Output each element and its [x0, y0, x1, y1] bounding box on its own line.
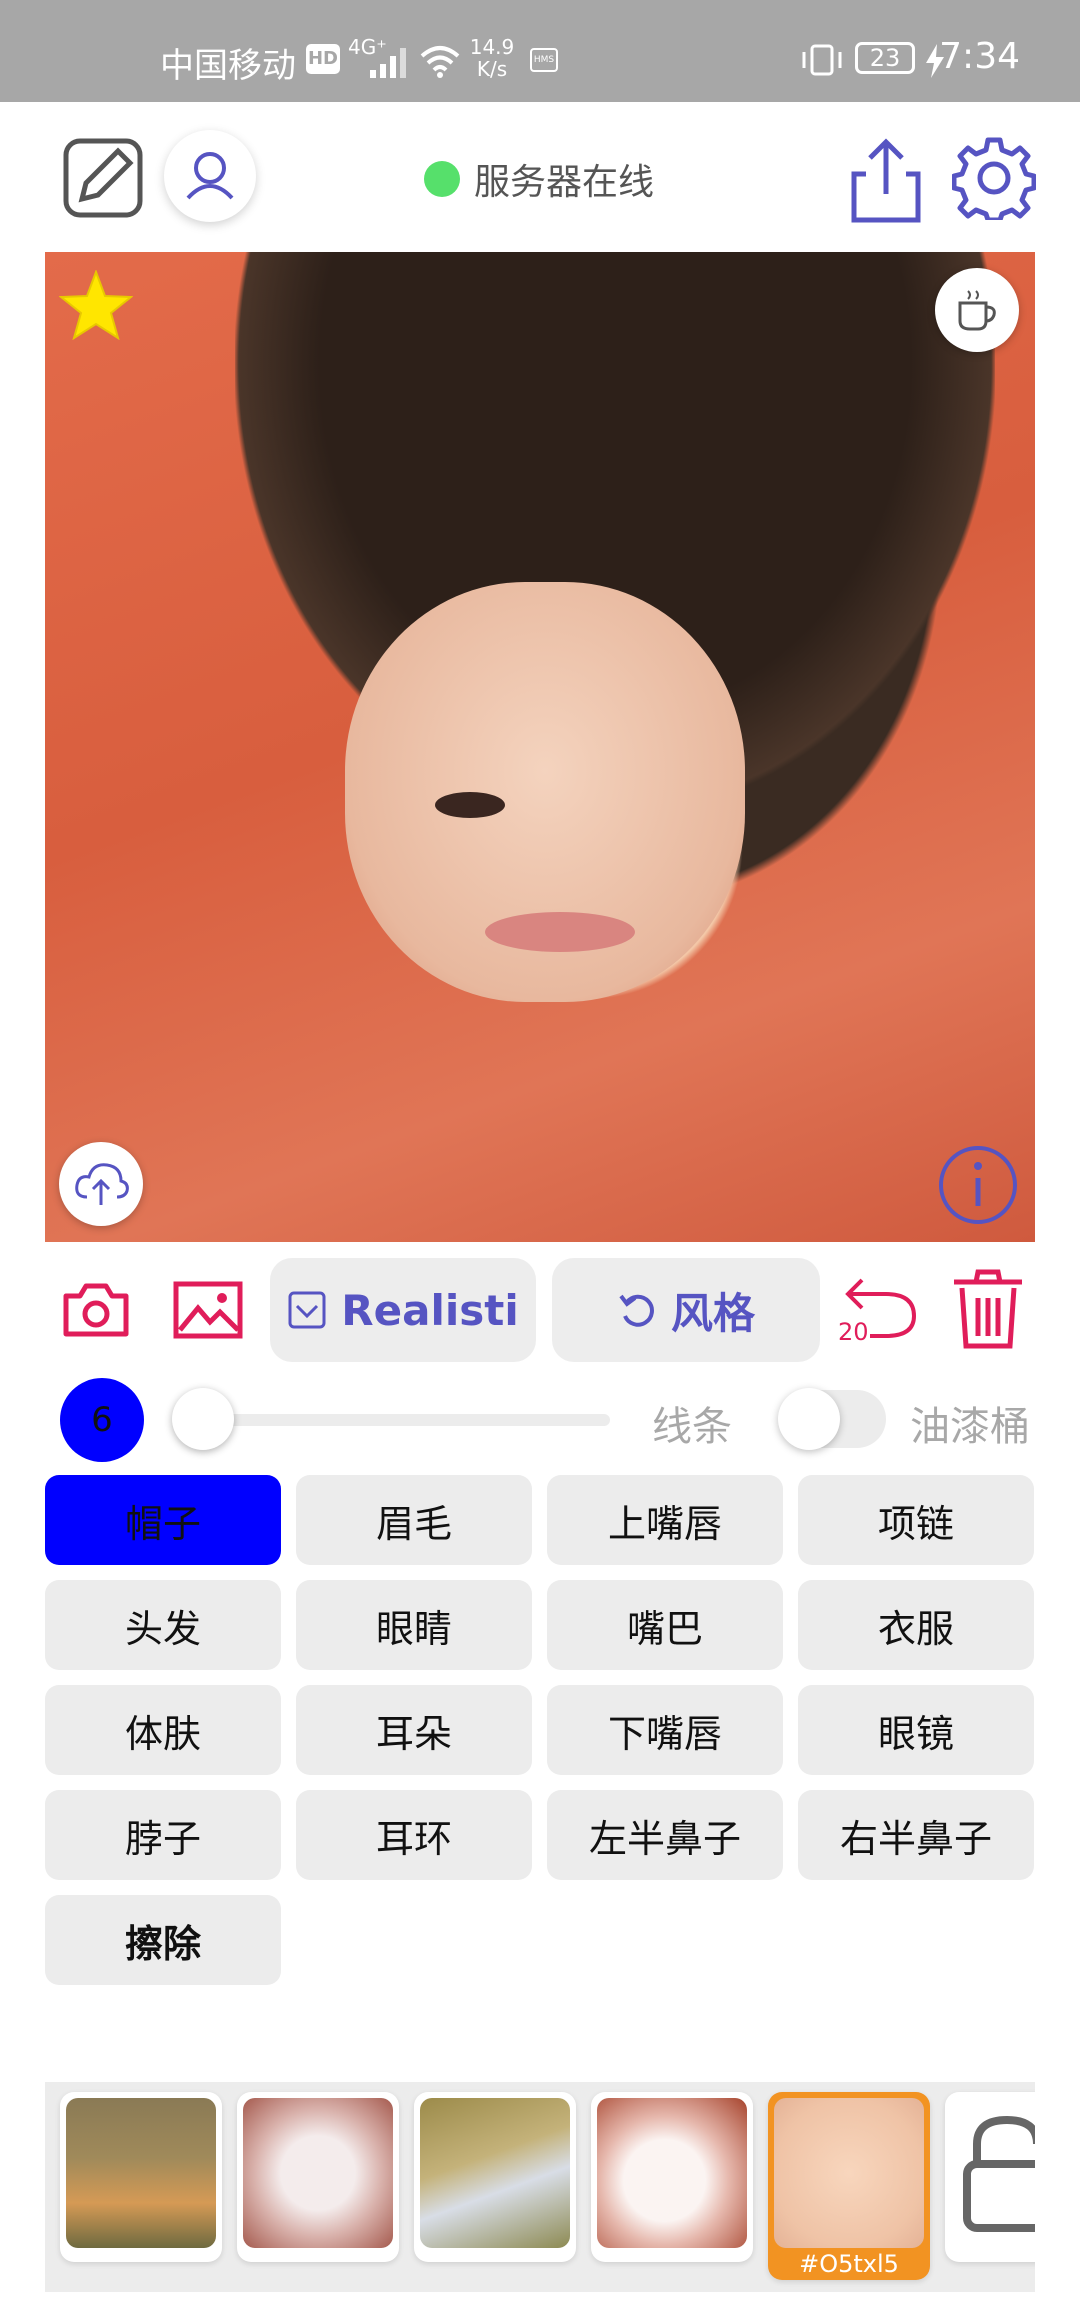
generated-image-canvas[interactable] [45, 252, 1035, 1242]
battery-icon: 23 [855, 42, 915, 74]
hms-icon: HMS [530, 48, 558, 72]
sketch-edit-icon[interactable] [60, 135, 146, 221]
line-label: 线条 [652, 1404, 732, 1450]
server-status: 服务器在线 [424, 154, 654, 204]
lock-icon [963, 2115, 1035, 2232]
style-thumbnail[interactable] [591, 2092, 753, 2262]
segment-button-eyebrows[interactable]: 眉毛 [296, 1475, 532, 1565]
camera-icon[interactable] [62, 1278, 130, 1340]
checkbox-icon [288, 1291, 326, 1329]
vibrate-icon [802, 44, 842, 76]
style-thumbnail[interactable] [60, 2092, 222, 2262]
server-status-dot [424, 161, 460, 197]
segment-button-mouth[interactable]: 嘴巴 [547, 1580, 783, 1670]
hd-badge: HD [306, 44, 340, 74]
style-thumbnail-strip[interactable]: #O5txl5 [45, 2082, 1035, 2292]
segment-button-glasses[interactable]: 眼镜 [798, 1685, 1034, 1775]
user-icon [186, 152, 234, 200]
cloud-upload-icon [75, 1163, 129, 1205]
segment-button-ears[interactable]: 耳朵 [296, 1685, 532, 1775]
style-model-button[interactable]: Realisti [270, 1258, 536, 1362]
segment-button-earrings[interactable]: 耳环 [296, 1790, 532, 1880]
brush-size-indicator[interactable]: 6 [60, 1378, 144, 1462]
line-width-slider-thumb[interactable] [172, 1388, 234, 1450]
thumbnail-image [420, 2098, 570, 2248]
style-model-label: Realisti [341, 1285, 519, 1335]
style-thumbnail-locked[interactable] [945, 2092, 1035, 2262]
image-lips-region [485, 912, 635, 952]
segment-button-erase[interactable]: 擦除 [45, 1895, 281, 1985]
carrier-label: 中国移动 [160, 46, 296, 86]
segment-button-clothes[interactable]: 衣服 [798, 1580, 1034, 1670]
signal-icon [370, 48, 406, 78]
avatar-button[interactable] [164, 130, 256, 222]
paint-bucket-label: 油漆桶 [910, 1404, 1030, 1450]
line-width-slider[interactable] [200, 1414, 610, 1426]
wifi-icon [420, 46, 460, 78]
network-speed-unit: K/s [476, 57, 508, 81]
info-icon[interactable] [937, 1144, 1019, 1226]
image-eye-region [435, 792, 505, 818]
restyle-label: 风格 [670, 1288, 755, 1338]
paint-bucket-toggle-thumb[interactable] [778, 1388, 840, 1450]
thumbnail-image [243, 2098, 393, 2248]
share-icon[interactable] [846, 136, 926, 226]
restyle-button[interactable]: 风格 [552, 1258, 820, 1362]
style-thumbnail-selected[interactable]: #O5txl5 [768, 2092, 930, 2280]
upload-cloud-button[interactable] [59, 1142, 143, 1226]
segment-button-necklace[interactable]: 项链 [798, 1475, 1034, 1565]
settings-gear-icon[interactable] [952, 136, 1036, 220]
segment-button-left-nose[interactable]: 左半鼻子 [547, 1790, 783, 1880]
rotate-ccw-icon [619, 1294, 654, 1327]
segment-button-upper-lip[interactable]: 上嘴唇 [547, 1475, 783, 1565]
segment-button-right-nose[interactable]: 右半鼻子 [798, 1790, 1034, 1880]
trash-icon[interactable] [950, 1268, 1026, 1350]
segment-button-hat[interactable]: 帽子 [45, 1475, 281, 1565]
battery-level: 23 [869, 44, 901, 72]
style-thumbnail[interactable] [414, 2092, 576, 2262]
segment-button-eyes[interactable]: 眼睛 [296, 1580, 532, 1670]
brush-size-value: 6 [91, 1400, 113, 1440]
segment-button-lower-lip[interactable]: 下嘴唇 [547, 1685, 783, 1775]
clock: 7:34 [939, 36, 1020, 77]
favorite-star-icon[interactable] [59, 270, 133, 340]
segment-button-neck[interactable]: 脖子 [45, 1790, 281, 1880]
thumbnail-image [774, 2098, 924, 2248]
thumbnail-caption: #O5txl5 [799, 2250, 899, 2278]
segment-button-hair[interactable]: 头发 [45, 1580, 281, 1670]
status-bar: 中国移动 HD 4G⁺ 14.9 K/s HMS 23 7:34 [0, 0, 1080, 102]
segment-button-skin[interactable]: 体肤 [45, 1685, 281, 1775]
coffee-button[interactable] [935, 268, 1019, 352]
thumbnail-image [66, 2098, 216, 2248]
gallery-image-icon[interactable] [172, 1280, 244, 1340]
segment-button-grid: 帽子 眉毛 上嘴唇 项链 头发 眼睛 嘴巴 衣服 体肤 耳朵 下嘴唇 眼镜 脖子… [45, 1475, 1035, 1985]
coffee-cup-icon [958, 290, 996, 331]
style-thumbnail[interactable] [237, 2092, 399, 2262]
thumbnail-image [597, 2098, 747, 2248]
network-speed-value: 14.9 [469, 35, 515, 59]
undo-count: 20 [838, 1318, 869, 1346]
server-status-label: 服务器在线 [474, 162, 655, 203]
